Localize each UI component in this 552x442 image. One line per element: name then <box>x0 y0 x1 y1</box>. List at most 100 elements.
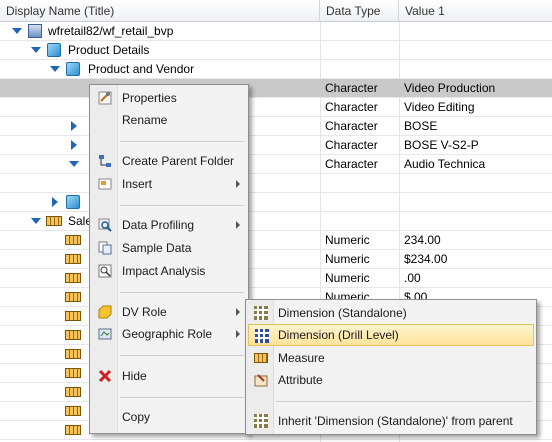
column-header-bar: Display Name (Title) Data Type Value 1 <box>0 0 552 22</box>
menu-item-impact-analysis[interactable]: Impact Analysis <box>92 260 246 282</box>
tree-row[interactable]: Numeric $234.00 <box>0 250 552 269</box>
tree-row[interactable] <box>0 193 552 212</box>
measure-icon <box>65 425 81 435</box>
collapse-icon[interactable] <box>31 218 41 224</box>
menu-item-label: Properties <box>122 91 177 105</box>
submenu-item-measure[interactable]: Measure <box>248 347 534 369</box>
menu-separator <box>276 401 532 402</box>
menu-item-create-parent-folder[interactable]: Create Parent Folder <box>92 150 246 172</box>
tree-row-selected[interactable]: Character Video Production <box>0 79 552 98</box>
tree-row[interactable]: Character BOSE <box>0 117 552 136</box>
measure-icon <box>65 349 81 359</box>
submenu-item-attribute[interactable]: Attribute <box>248 369 534 391</box>
data-type-cell: Character <box>325 157 378 171</box>
submenu-item-label: Attribute <box>278 373 323 387</box>
inherit-dimension-icon <box>254 414 268 428</box>
submenu-item-label: Inherit 'Dimension (Standalone)' from pa… <box>278 414 513 428</box>
tree-row-label: wfretail82/wf_retail_bvp <box>48 24 174 38</box>
submenu-item-dimension-drill-level[interactable]: Dimension (Drill Level) <box>248 324 534 346</box>
insert-icon <box>98 178 112 190</box>
submenu-item-dimension-standalone[interactable]: Dimension (Standalone) <box>248 302 534 324</box>
column-header-data-type[interactable]: Data Type <box>320 0 399 22</box>
submenu-arrow-icon <box>236 330 240 338</box>
data-type-cell: Numeric <box>325 271 370 285</box>
data-type-cell: Character <box>325 81 378 95</box>
menu-separator <box>120 141 244 142</box>
measure-icon <box>65 235 81 245</box>
submenu-item-inherit[interactable]: Inherit 'Dimension (Standalone)' from pa… <box>248 410 534 432</box>
measure-icon <box>65 330 81 340</box>
expand-icon[interactable] <box>52 197 58 207</box>
menu-item-copy[interactable]: Copy <box>92 406 246 428</box>
measure-icon <box>65 273 81 283</box>
submenu-arrow-icon <box>236 221 240 229</box>
tree-row[interactable]: Product and Vendor <box>0 60 552 79</box>
value-cell: BOSE <box>404 119 438 133</box>
data-type-cell: Character <box>325 100 378 114</box>
hide-icon <box>98 369 112 383</box>
tree-row[interactable]: Product Details <box>0 41 552 60</box>
menu-item-label: Copy <box>122 410 151 424</box>
menu-item-label: Sample Data <box>122 241 192 255</box>
menu-item-geographic-role[interactable]: Geographic Role <box>92 323 246 345</box>
submenu-item-label: Measure <box>278 351 325 365</box>
measure-icon <box>65 311 81 321</box>
tree-row[interactable] <box>0 174 552 193</box>
measure-icon <box>65 292 81 302</box>
collapse-icon[interactable] <box>12 28 22 34</box>
menu-item-rename[interactable]: Rename <box>92 109 246 131</box>
menu-item-label: Insert <box>122 177 153 191</box>
data-type-cell: Numeric <box>325 233 370 247</box>
measure-icon <box>254 353 268 363</box>
menu-item-label: Rename <box>122 113 168 127</box>
tree-row[interactable]: wfretail82/wf_retail_bvp <box>0 22 552 41</box>
menu-item-sample-data[interactable]: Sample Data <box>92 237 246 259</box>
menu-item-hide[interactable]: Hide <box>92 365 246 387</box>
collapse-icon[interactable] <box>31 47 41 53</box>
value-cell: BOSE V-S2-P <box>404 138 479 152</box>
submenu-item-label: Dimension (Standalone) <box>278 306 407 320</box>
geographic-role-icon <box>98 328 112 340</box>
folder-tree-icon <box>99 155 111 167</box>
database-icon <box>28 24 42 38</box>
dimension-drill-level-icon <box>255 329 269 343</box>
dimension-standalone-icon <box>254 306 268 320</box>
tree-row[interactable]: Numeric .00 <box>0 269 552 288</box>
expand-icon[interactable] <box>71 140 77 150</box>
menu-item-insert[interactable]: Insert <box>92 173 246 195</box>
measure-icon <box>65 387 81 397</box>
menu-separator <box>120 292 244 293</box>
data-type-cell: Character <box>325 119 378 133</box>
data-profiling-icon <box>98 218 112 232</box>
tree-row[interactable]: Character Video Editing <box>0 98 552 117</box>
segment-icon <box>66 62 80 76</box>
column-header-display-name[interactable]: Display Name (Title) <box>0 0 320 22</box>
value-cell: Video Editing <box>404 100 475 114</box>
value-cell: 234.00 <box>404 233 441 247</box>
dv-role-icon <box>98 305 112 319</box>
column-header-value[interactable]: Value 1 <box>399 0 552 22</box>
menu-item-properties[interactable]: Properties <box>92 87 246 109</box>
menu-item-label: Create Parent Folder <box>122 154 235 168</box>
menu-item-label: DV Role <box>122 305 167 319</box>
sample-data-icon <box>98 241 112 255</box>
expand-icon[interactable] <box>71 121 77 131</box>
submenu-item-label: Dimension (Drill Level) <box>278 328 399 342</box>
menu-item-dv-role[interactable]: DV Role <box>92 301 246 323</box>
tree-row[interactable]: Character Audio Technica <box>0 155 552 174</box>
submenu-arrow-icon <box>236 308 240 316</box>
menu-item-label: Impact Analysis <box>122 264 206 278</box>
menu-item-data-profiling[interactable]: Data Profiling <box>92 214 246 236</box>
data-type-cell: Character <box>325 138 378 152</box>
segment-icon <box>66 195 80 209</box>
measure-icon <box>65 368 81 378</box>
tree-row[interactable]: Numeric 234.00 <box>0 231 552 250</box>
menu-separator <box>120 205 244 206</box>
tree-row[interactable]: Sale <box>0 212 552 231</box>
collapse-icon[interactable] <box>69 161 79 167</box>
submenu-arrow-icon <box>236 180 240 188</box>
collapse-icon[interactable] <box>50 66 60 72</box>
measure-icon <box>65 254 81 264</box>
measure-icon <box>65 406 81 416</box>
tree-row[interactable]: Character BOSE V-S2-P <box>0 136 552 155</box>
